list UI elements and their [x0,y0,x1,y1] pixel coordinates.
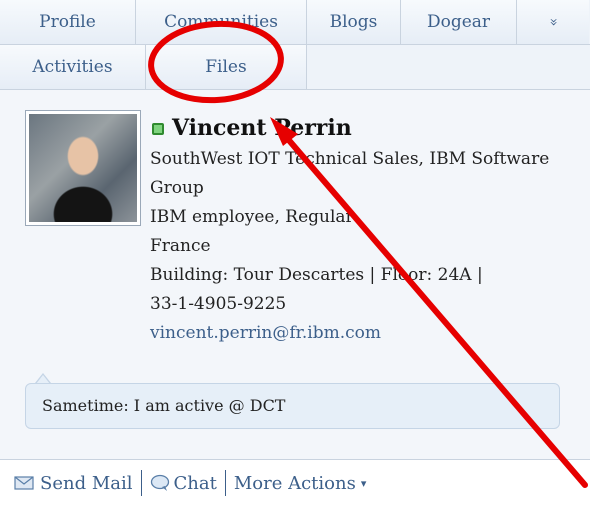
country: France [150,236,211,256]
job-title-cont: Group [150,178,204,198]
employee-type: IBM employee, Regular [150,207,354,227]
double-chevron-down-icon: » [544,17,561,27]
profile-photo-frame [25,110,141,226]
tab-label: Communities [164,12,278,32]
tab-label: Dogear [426,12,491,32]
building-floor: Building: Tour Descartes | Floor: 24A | [150,265,483,285]
name-row: Vincent Perrin [152,115,352,141]
action-separator [224,470,226,496]
send-mail-label: Send Mail [40,472,133,494]
email-link[interactable]: vincent.perrin@fr.ibm.com [150,319,580,348]
profile-photo [29,114,137,222]
phone-number: 33-1-4905-9225 [150,294,287,314]
tab-row-1: Profile Communities Blogs Dogear » [0,0,590,45]
profile-details: SouthWest IOT Technical Sales, IBM Softw… [150,145,580,348]
chat-label: Chat [173,472,217,494]
tab-label: Blogs [329,12,378,32]
online-status-icon [152,123,164,135]
tab-dogear[interactable]: Dogear [401,0,517,44]
tab-communities[interactable]: Communities [136,0,307,44]
tab-label: Activities [32,57,113,77]
tab-blogs[interactable]: Blogs [307,0,401,44]
person-name[interactable]: Vincent Perrin [172,115,352,141]
more-actions-label: More Actions [233,472,356,494]
tab-files[interactable]: Files [146,45,307,89]
job-title: SouthWest IOT Technical Sales, IBM Softw… [150,149,550,169]
action-separator [140,470,142,496]
tab-label: Files [205,57,247,77]
tab-profile[interactable]: Profile [0,0,136,44]
send-mail-button[interactable]: Send Mail [0,473,133,494]
tab-row-filler [307,45,590,89]
tab-bar: Profile Communities Blogs Dogear » Activ… [0,0,590,90]
tab-activities[interactable]: Activities [0,45,146,89]
business-card: Vincent Perrin SouthWest IOT Technical S… [0,90,590,459]
action-bar: Send Mail Chat More Actions ▾ [0,459,590,506]
more-tabs-button[interactable]: » [517,0,589,44]
more-actions-button[interactable]: More Actions ▾ [234,473,367,494]
mail-icon [14,476,34,490]
chat-icon [150,474,169,491]
tab-row-2: Activities Files [0,45,590,90]
chat-button[interactable]: Chat [150,473,217,494]
tab-label: Profile [39,12,96,32]
status-message: Sametime: I am active @ DCT [25,383,560,429]
chevron-down-icon: ▾ [360,476,367,490]
